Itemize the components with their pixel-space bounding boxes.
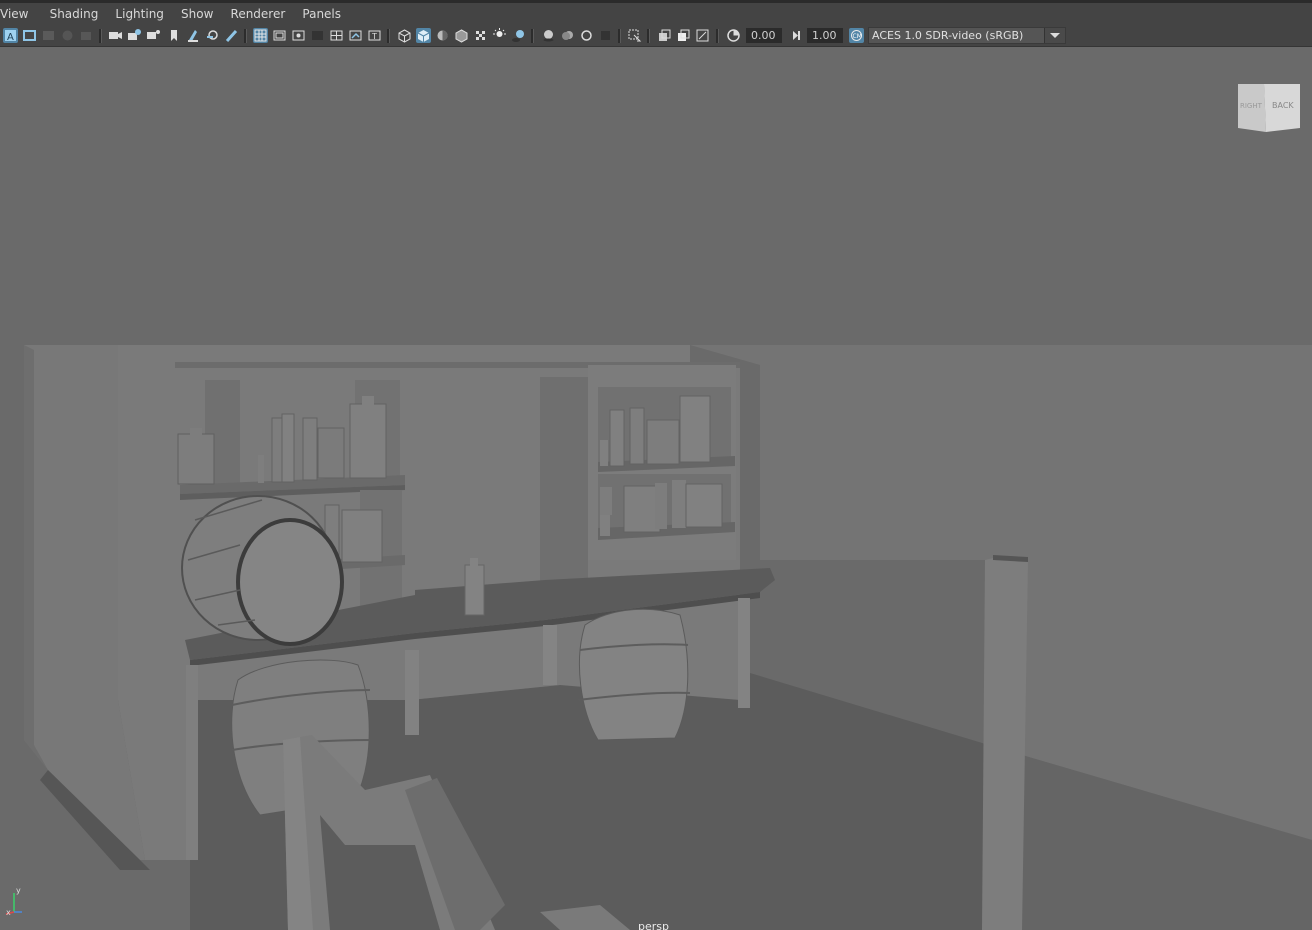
use-all-lights-icon[interactable] bbox=[492, 28, 507, 43]
wireframe-on-shaded-icon[interactable] bbox=[454, 28, 469, 43]
gamma-field[interactable]: 1.00 bbox=[807, 28, 843, 43]
grease-pencil-2-icon[interactable] bbox=[205, 28, 220, 43]
default-material-icon[interactable] bbox=[435, 28, 450, 43]
camera-attributes-icon[interactable] bbox=[22, 28, 37, 43]
motion-blur-icon[interactable] bbox=[560, 28, 575, 43]
svg-text:CM: CM bbox=[853, 33, 862, 40]
wireframe-icon[interactable] bbox=[397, 28, 412, 43]
grid-icon[interactable] bbox=[253, 28, 268, 43]
safe-title-icon[interactable]: T bbox=[367, 28, 382, 43]
axis-gizmo: y x bbox=[4, 886, 24, 920]
menu-view[interactable]: View bbox=[0, 3, 34, 26]
menu-panels[interactable]: Panels bbox=[302, 3, 347, 26]
menu-lighting[interactable]: Lighting bbox=[115, 3, 170, 26]
gate-mask-icon[interactable] bbox=[310, 28, 325, 43]
bookmarks-icon[interactable] bbox=[146, 28, 161, 43]
image-plane-2-icon[interactable] bbox=[167, 28, 182, 43]
color-management-icon[interactable]: CM bbox=[849, 28, 864, 43]
exposure-field[interactable]: 0.00 bbox=[746, 28, 782, 43]
menu-renderer[interactable]: Renderer bbox=[231, 3, 292, 26]
image-plane-icon[interactable] bbox=[60, 28, 75, 43]
panel-toolbar: A T 0.00 1.00 CM ACES 1.0 SDR-video (sRG… bbox=[0, 26, 1312, 47]
menu-show[interactable]: Show bbox=[181, 3, 219, 26]
axis-label-y: y bbox=[16, 886, 21, 895]
smooth-shade-icon[interactable] bbox=[416, 28, 431, 43]
lock-camera-icon[interactable] bbox=[108, 28, 123, 43]
resolution-gate-icon[interactable] bbox=[291, 28, 306, 43]
3d-viewport[interactable]: RIGHT BACK y x persp bbox=[0, 47, 1312, 930]
camera-name-label: persp bbox=[638, 920, 669, 930]
svg-text:T: T bbox=[371, 32, 377, 41]
field-chart-icon[interactable] bbox=[329, 28, 344, 43]
view-cube-right-face[interactable]: RIGHT bbox=[1240, 102, 1262, 110]
scene-render bbox=[24, 345, 1312, 930]
multisample-aa-icon[interactable] bbox=[579, 28, 594, 43]
isolate-select-icon[interactable] bbox=[627, 28, 642, 43]
menu-shading[interactable]: Shading bbox=[50, 3, 105, 26]
xray-joints-icon[interactable] bbox=[676, 28, 691, 43]
view-cube-back-face[interactable]: BACK bbox=[1272, 101, 1294, 110]
camera-attrs-icon[interactable] bbox=[127, 28, 142, 43]
backface-culling-icon[interactable] bbox=[695, 28, 710, 43]
xray-icon[interactable] bbox=[657, 28, 672, 43]
safe-action-icon[interactable] bbox=[348, 28, 363, 43]
gamma-icon[interactable] bbox=[788, 28, 803, 43]
view-cube[interactable]: RIGHT BACK bbox=[1236, 82, 1302, 138]
film-gate-icon[interactable] bbox=[272, 28, 287, 43]
shadows-icon[interactable] bbox=[511, 28, 526, 43]
select-camera-icon[interactable]: A bbox=[3, 28, 18, 43]
svg-text:A: A bbox=[7, 32, 14, 43]
textured-icon[interactable] bbox=[473, 28, 488, 43]
screen-space-ao-icon[interactable] bbox=[541, 28, 556, 43]
depth-of-field-icon[interactable] bbox=[598, 28, 613, 43]
2d-pan-zoom-icon[interactable] bbox=[186, 28, 201, 43]
chevron-down-icon bbox=[1044, 28, 1065, 43]
exposure-icon[interactable] bbox=[726, 28, 741, 43]
grease-pencil-icon[interactable] bbox=[79, 28, 94, 43]
bookmark-icon[interactable] bbox=[41, 28, 56, 43]
view-transform-dropdown[interactable]: ACES 1.0 SDR-video (sRGB) bbox=[868, 27, 1066, 44]
panel-menu-bar: View Shading Lighting Show Renderer Pane… bbox=[0, 0, 1312, 26]
axis-label-x: x bbox=[6, 908, 11, 917]
grease-pencil-brush-icon[interactable] bbox=[224, 28, 239, 43]
view-transform-label: ACES 1.0 SDR-video (sRGB) bbox=[872, 29, 1024, 42]
